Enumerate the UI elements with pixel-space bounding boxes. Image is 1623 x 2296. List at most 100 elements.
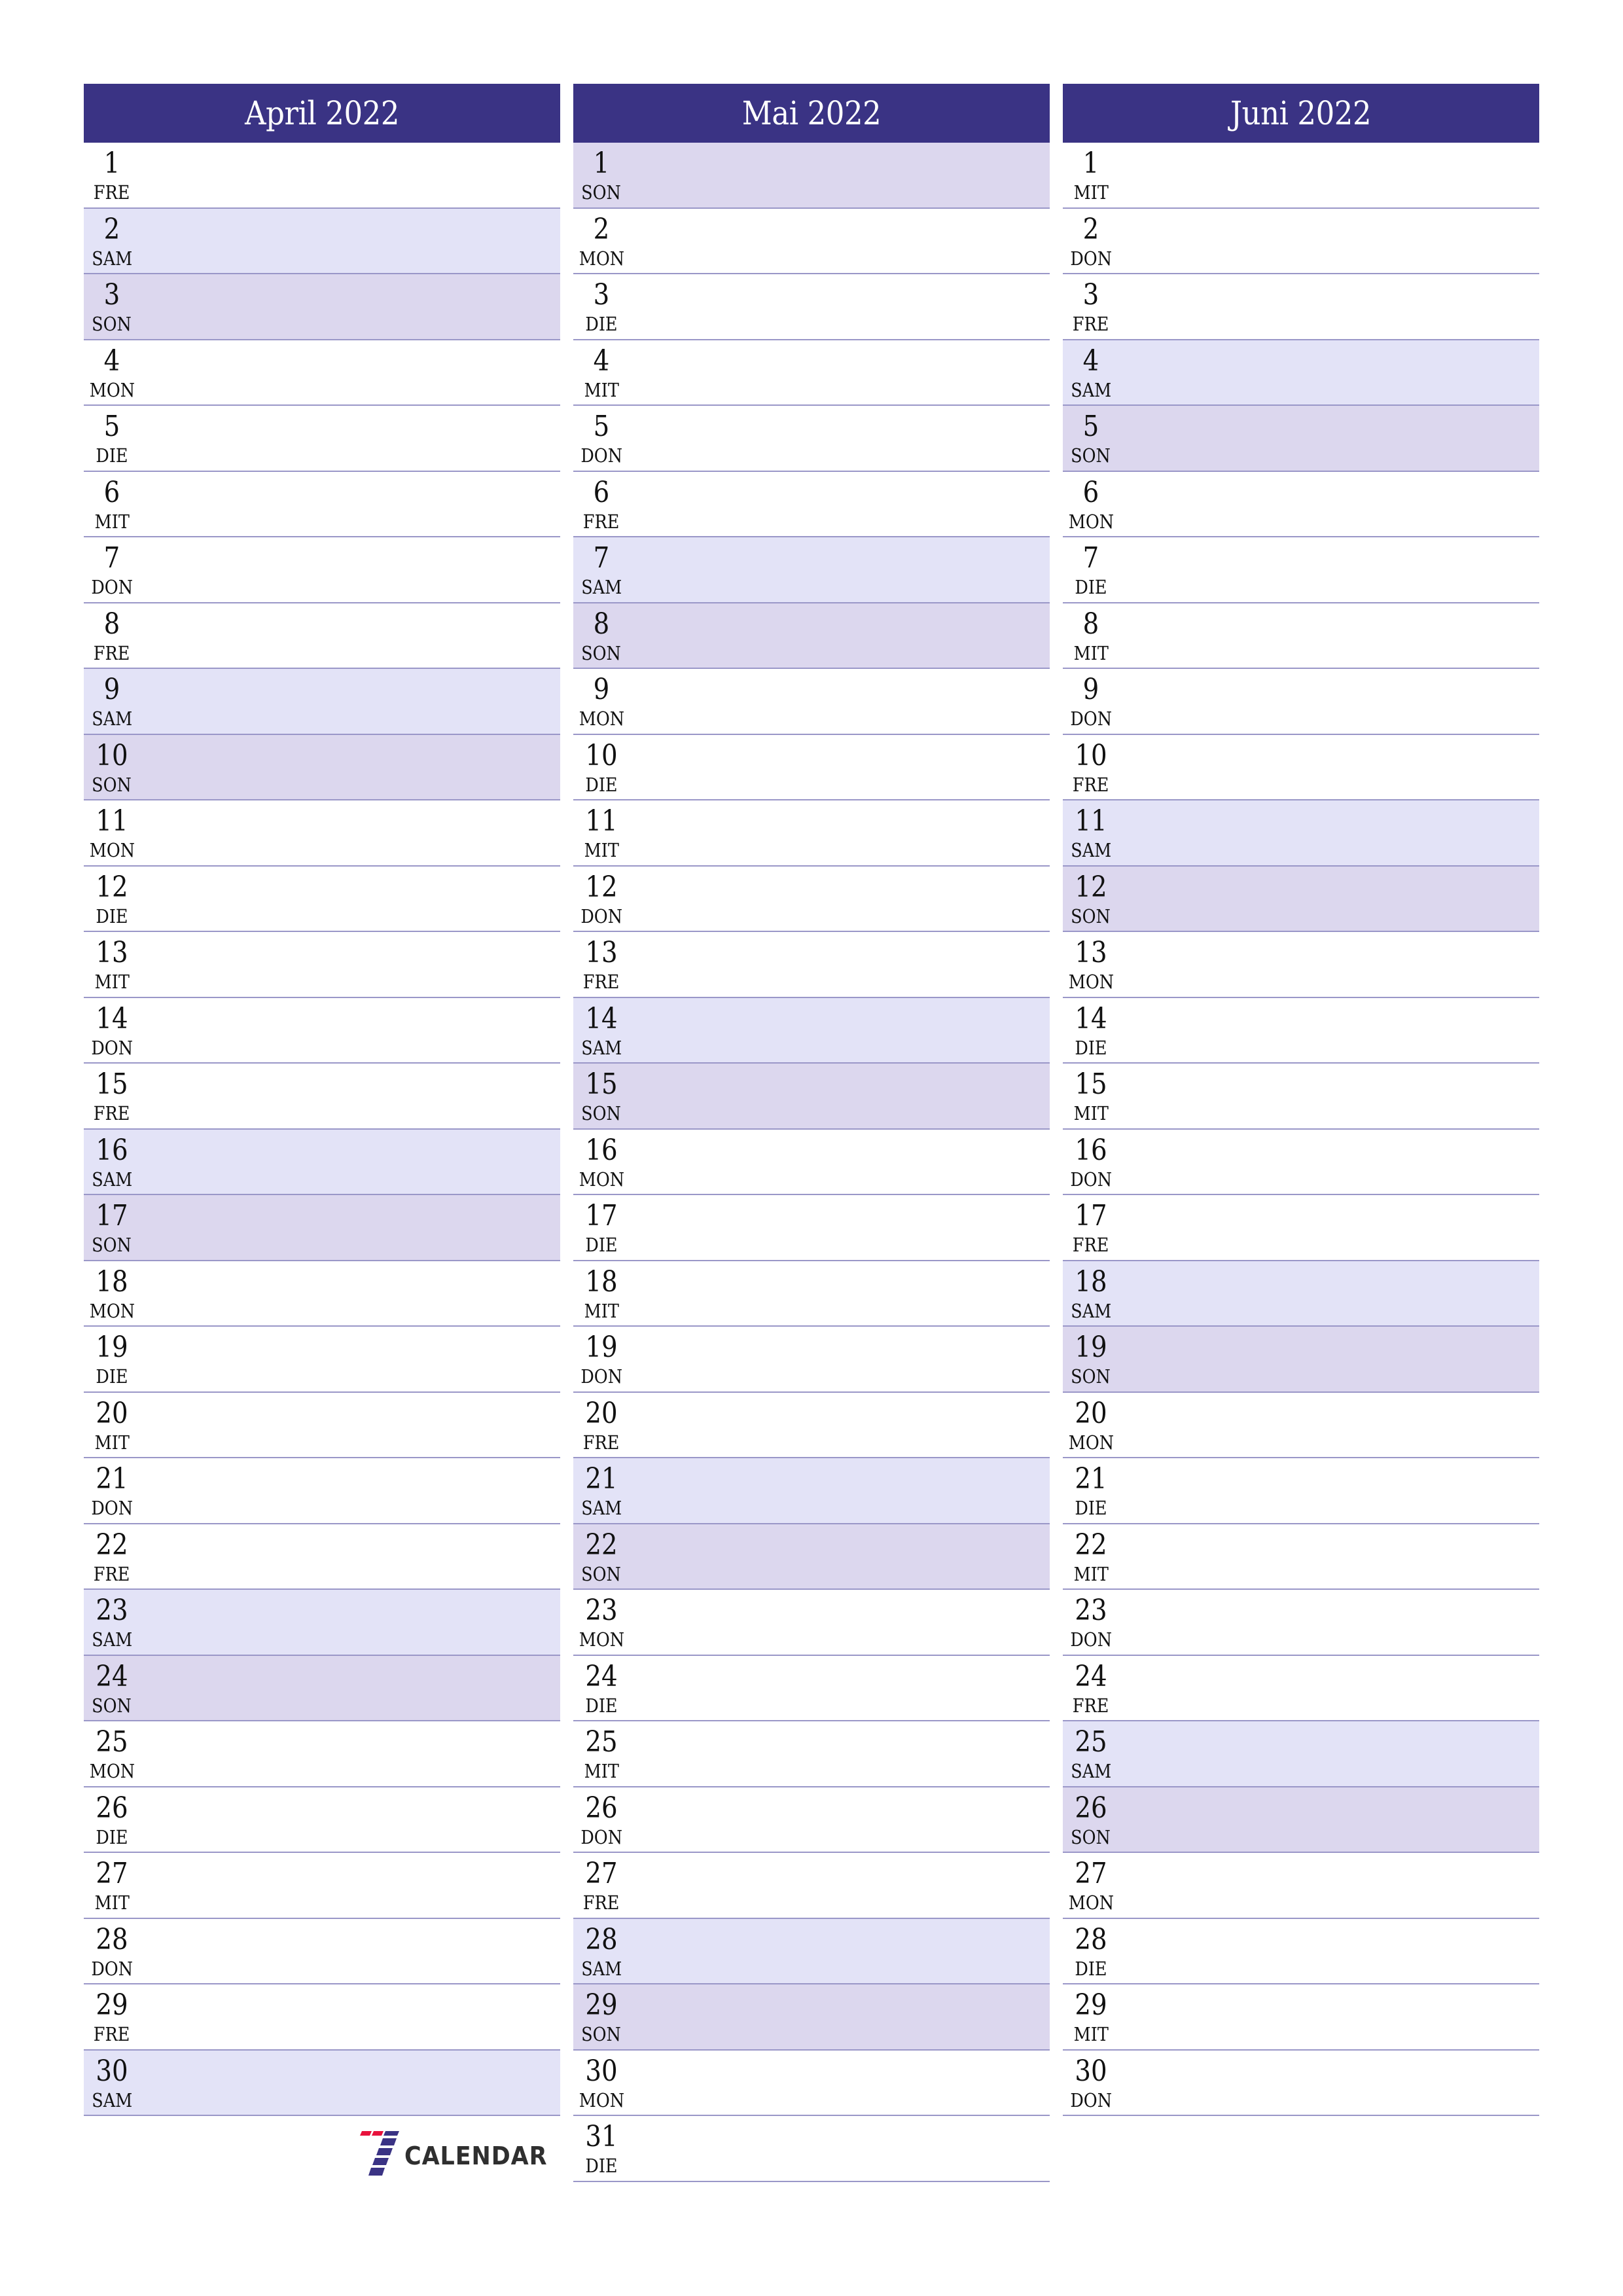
day-row[interactable]: 19 DON	[573, 1327, 1050, 1393]
day-row[interactable]: 8 MIT	[1063, 603, 1539, 669]
day-row[interactable]: 9 SAM	[84, 669, 560, 735]
day-row[interactable]: 27 FRE	[573, 1853, 1050, 1919]
day-row[interactable]: 12 DON	[573, 866, 1050, 932]
day-row[interactable]: 30 MON	[573, 2050, 1050, 2116]
day-row[interactable]: 13 MIT	[84, 932, 560, 998]
day-row[interactable]: 4 MON	[84, 340, 560, 406]
day-row[interactable]: 29 FRE	[84, 1984, 560, 2051]
day-row[interactable]: 2 SAM	[84, 208, 560, 274]
day-row[interactable]: 27 MON	[1063, 1853, 1539, 1919]
day-row[interactable]: 19 SON	[1063, 1327, 1539, 1393]
day-row[interactable]: 25 SAM	[1063, 1721, 1539, 1787]
day-row[interactable]: 26 DON	[573, 1787, 1050, 1853]
day-row[interactable]: 6 FRE	[573, 471, 1050, 537]
day-row[interactable]: 8 FRE	[84, 603, 560, 669]
day-row[interactable]: 17 FRE	[1063, 1195, 1539, 1261]
day-row[interactable]: 10 DIE	[573, 734, 1050, 800]
day-row[interactable]: 30 DON	[1063, 2050, 1539, 2116]
day-row[interactable]: 10 FRE	[1063, 734, 1539, 800]
weekday-text: DIE	[96, 444, 128, 467]
day-row[interactable]: 21 DIE	[1063, 1458, 1539, 1524]
day-row[interactable]: 13 FRE	[573, 932, 1050, 998]
day-row[interactable]: 25 MIT	[573, 1721, 1050, 1787]
day-row[interactable]: 5 DIE	[84, 406, 560, 472]
day-row[interactable]: 12 DIE	[84, 866, 560, 932]
day-row[interactable]: 9 DON	[1063, 669, 1539, 735]
day-row[interactable]: 26 SON	[1063, 1787, 1539, 1853]
day-row[interactable]: 24 FRE	[1063, 1655, 1539, 1721]
day-row[interactable]: 15 FRE	[84, 1064, 560, 1130]
day-row[interactable]: 6 MIT	[84, 471, 560, 537]
day-row[interactable]: 15 SON	[573, 1064, 1050, 1130]
day-row[interactable]: 23 MON	[573, 1590, 1050, 1656]
day-row[interactable]: 11 MIT	[573, 800, 1050, 867]
day-row[interactable]: 16 DON	[1063, 1129, 1539, 1195]
weekday-text: DON	[580, 905, 622, 927]
day-row[interactable]: 25 MON	[84, 1721, 560, 1787]
day-row[interactable]: 7 DON	[84, 537, 560, 603]
day-row[interactable]: 11 MON	[84, 800, 560, 867]
day-row[interactable]: 28 DON	[84, 1918, 560, 1984]
day-row[interactable]: 21 SAM	[573, 1458, 1050, 1524]
day-row[interactable]: 4 MIT	[573, 340, 1050, 406]
day-number: 2	[84, 213, 140, 247]
day-row[interactable]: 28 DIE	[1063, 1918, 1539, 1984]
day-row[interactable]: 2 DON	[1063, 208, 1539, 274]
day-row[interactable]: 4 SAM	[1063, 340, 1539, 406]
day-row[interactable]: 30 SAM	[84, 2050, 560, 2116]
day-row[interactable]: 24 SON	[84, 1655, 560, 1721]
day-row[interactable]: 17 SON	[84, 1195, 560, 1261]
day-row[interactable]: 2 MON	[573, 208, 1050, 274]
day-row[interactable]: 16 SAM	[84, 1129, 560, 1195]
day-row[interactable]: 21 DON	[84, 1458, 560, 1524]
day-row[interactable]: 18 SAM	[1063, 1261, 1539, 1327]
day-row[interactable]: 31 DIE	[573, 2116, 1050, 2182]
day-row[interactable]: 1 MIT	[1063, 143, 1539, 209]
day-row[interactable]: 15 MIT	[1063, 1064, 1539, 1130]
day-number-text: 1	[103, 147, 120, 180]
day-row[interactable]: 19 DIE	[84, 1327, 560, 1393]
day-row[interactable]: 8 SON	[573, 603, 1050, 669]
day-row[interactable]: 1 FRE	[84, 143, 560, 209]
weekday-label: DON	[573, 1827, 630, 1848]
day-row[interactable]: 27 MIT	[84, 1853, 560, 1919]
day-row[interactable]: 3 SON	[84, 274, 560, 340]
day-number: 30	[84, 2054, 140, 2089]
day-row[interactable]: 3 FRE	[1063, 274, 1539, 340]
weekday-label: MIT	[1063, 1564, 1119, 1585]
day-row[interactable]: 14 SAM	[573, 997, 1050, 1064]
day-row[interactable]: 6 MON	[1063, 471, 1539, 537]
day-row[interactable]: 3 DIE	[573, 274, 1050, 340]
day-row[interactable]: 22 MIT	[1063, 1524, 1539, 1590]
day-row[interactable]: 20 MON	[1063, 1392, 1539, 1458]
day-row[interactable]: 7 SAM	[573, 537, 1050, 603]
day-row[interactable]: 13 MON	[1063, 932, 1539, 998]
weekday-text: SAM	[91, 1168, 133, 1191]
day-row[interactable]: 11 SAM	[1063, 800, 1539, 867]
day-row[interactable]: 18 MIT	[573, 1261, 1050, 1327]
day-row[interactable]: 20 MIT	[84, 1392, 560, 1458]
day-row[interactable]: 1 SON	[573, 143, 1050, 209]
day-row[interactable]: 23 DON	[1063, 1590, 1539, 1656]
day-row[interactable]: 26 DIE	[84, 1787, 560, 1853]
day-row[interactable]: 18 MON	[84, 1261, 560, 1327]
day-row[interactable]: 14 DON	[84, 997, 560, 1064]
day-row[interactable]: 22 SON	[573, 1524, 1050, 1590]
day-row[interactable]: 23 SAM	[84, 1590, 560, 1656]
day-row[interactable]: 29 SON	[573, 1984, 1050, 2051]
day-row[interactable]: 28 SAM	[573, 1918, 1050, 1984]
day-row[interactable]: 5 SON	[1063, 406, 1539, 472]
day-row[interactable]: 29 MIT	[1063, 1984, 1539, 2051]
day-row[interactable]: 14 DIE	[1063, 997, 1539, 1064]
day-row[interactable]: 22 FRE	[84, 1524, 560, 1590]
day-row[interactable]: 7 DIE	[1063, 537, 1539, 603]
day-row[interactable]: 20 FRE	[573, 1392, 1050, 1458]
day-row[interactable]: 16 MON	[573, 1129, 1050, 1195]
day-row[interactable]: 9 MON	[573, 669, 1050, 735]
weekday-label: MON	[84, 840, 140, 861]
day-row[interactable]: 10 SON	[84, 734, 560, 800]
day-row[interactable]: 24 DIE	[573, 1655, 1050, 1721]
day-row[interactable]: 17 DIE	[573, 1195, 1050, 1261]
day-row[interactable]: 5 DON	[573, 406, 1050, 472]
day-row[interactable]: 12 SON	[1063, 866, 1539, 932]
